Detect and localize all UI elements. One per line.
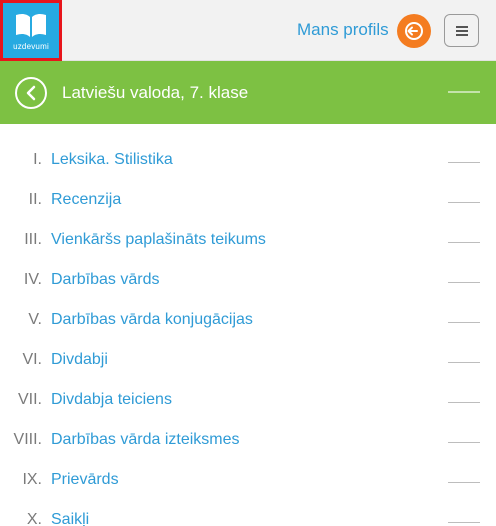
chapter-link[interactable]: Saikļi bbox=[51, 511, 89, 526]
chapter-divider bbox=[448, 282, 480, 283]
chapter-item[interactable]: X. Saikļi bbox=[0, 484, 496, 526]
book-icon bbox=[16, 13, 46, 38]
chapter-divider bbox=[448, 482, 480, 483]
chapter-item[interactable]: I. Leksika. Stilistika bbox=[0, 124, 496, 168]
chapter-divider bbox=[448, 322, 480, 323]
chapter-divider bbox=[448, 162, 480, 163]
back-button[interactable] bbox=[15, 77, 47, 109]
chapter-item[interactable]: IX. Prievārds bbox=[0, 444, 496, 488]
chapter-divider bbox=[448, 202, 480, 203]
hamburger-icon bbox=[456, 26, 468, 28]
chapter-divider bbox=[448, 402, 480, 403]
chapter-item[interactable]: VIII. Darbības vārda izteiksmes bbox=[0, 404, 496, 448]
chapter-item[interactable]: II. Recenzija bbox=[0, 164, 496, 208]
menu-button[interactable] bbox=[444, 14, 479, 47]
chapter-divider bbox=[448, 522, 480, 523]
chapter-number: X. bbox=[26, 511, 42, 526]
chapter-item[interactable]: VII. Divdabja teiciens bbox=[0, 364, 496, 408]
subject-bar: Latviešu valoda, 7. klase bbox=[0, 61, 496, 124]
my-profile-link[interactable]: Mans profils bbox=[297, 20, 389, 40]
chapter-item[interactable]: VI. Divdabji bbox=[0, 324, 496, 368]
chapter-divider bbox=[448, 242, 480, 243]
subject-title: Latviešu valoda, 7. klase bbox=[62, 83, 249, 102]
chapter-item[interactable]: III. Vienkāršs paplašināts teikums bbox=[0, 204, 496, 248]
logout-icon bbox=[405, 22, 423, 40]
uzdevumi-logo[interactable]: uzdevumi bbox=[0, 0, 62, 61]
logo-text: uzdevumi bbox=[13, 42, 49, 51]
chevron-left-icon bbox=[26, 85, 36, 101]
chapter-item[interactable]: IV. Darbības vārds bbox=[0, 244, 496, 288]
chapter-item[interactable]: V. Darbības vārda konjugācijas bbox=[0, 284, 496, 328]
top-header: uzdevumi Mans profils bbox=[0, 0, 496, 61]
logout-button[interactable] bbox=[397, 14, 431, 48]
chapter-divider bbox=[448, 442, 480, 443]
bar-divider bbox=[448, 91, 480, 93]
chapter-divider bbox=[448, 362, 480, 363]
